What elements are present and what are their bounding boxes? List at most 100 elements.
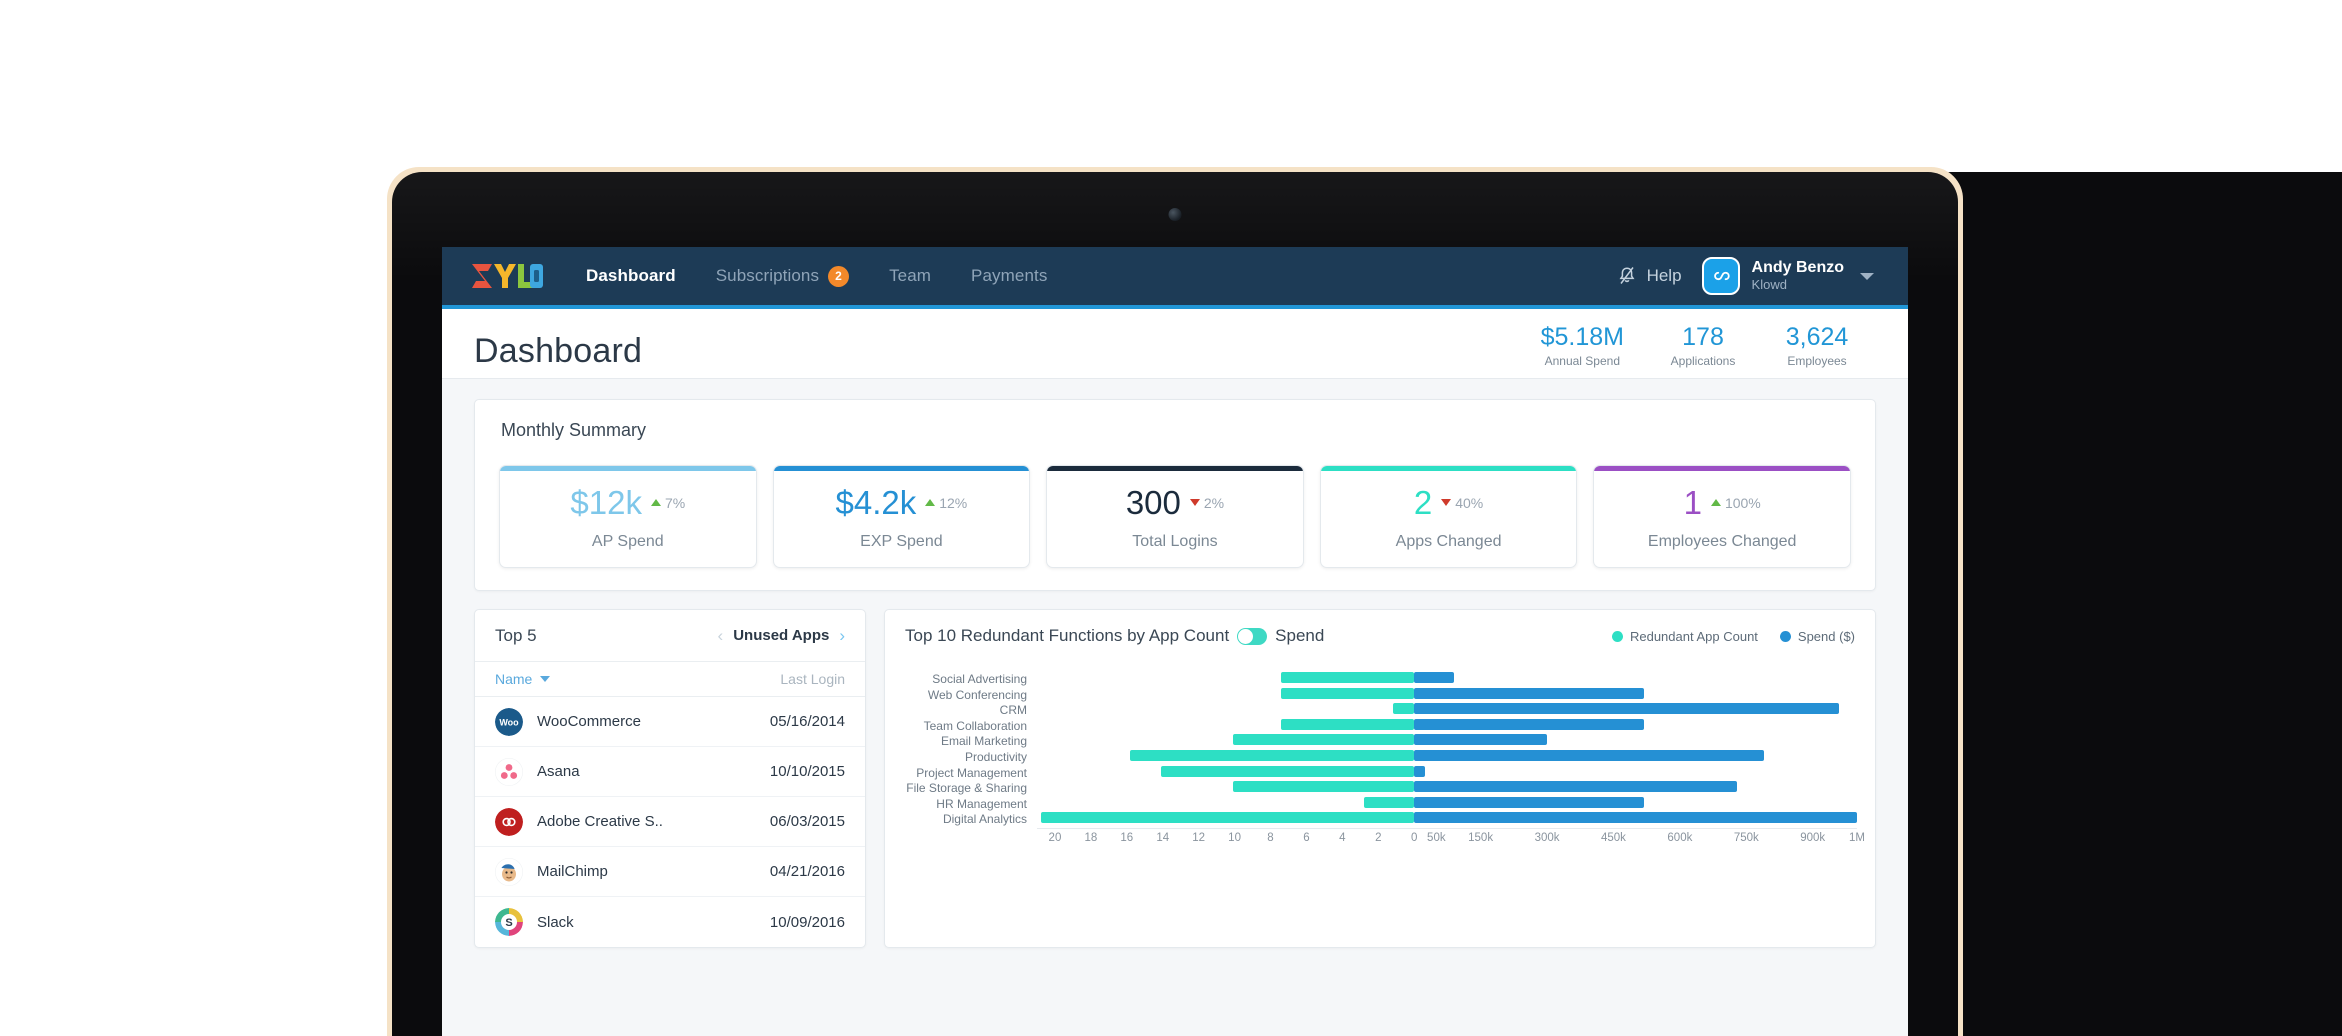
legend-item-spend: Spend ($) [1779,628,1855,644]
mailchimp-icon [495,857,523,886]
app-name: WooCommerce [537,713,641,730]
chart-bar-row[interactable] [1037,701,1857,717]
chart-bar-row[interactable] [1037,810,1857,826]
bar-redundant-app-count [1232,734,1415,746]
chart-bar-row[interactable] [1037,748,1857,764]
chart-category-label: Digital Analytics [942,812,1027,827]
summary-tile-ap-spend[interactable]: $12k 7% AP Spend [499,465,757,568]
bar-spend [1414,765,1426,777]
summary-tile-total-logins[interactable]: 300 2% Total Logins [1046,465,1304,568]
page-header: Dashboard $5.18M Annual Spend 178 Applic… [442,309,1908,379]
bar-redundant-app-count [1130,749,1415,761]
bar-spend [1414,781,1738,793]
summary-tile-employees-changed[interactable]: 1 100% Employees Changed [1593,465,1851,568]
tile-label: Total Logins [1132,533,1218,550]
trend-down-icon [1189,499,1200,506]
svg-text:S: S [505,917,512,929]
table-row[interactable]: Woo WooCommerce 05/16/2014 [475,697,865,747]
legend-color-swatch [1611,630,1623,642]
chart-bar-row[interactable] [1037,779,1857,795]
tile-delta-value: 2% [1203,494,1225,511]
kpi-value: 178 [1682,322,1724,351]
nav-right-group: Help Andy Benzo Klowd [1616,257,1874,295]
redundant-functions-chart-panel: Top 10 Redundant Functions by App Count … [884,609,1876,948]
summary-tile-apps-changed[interactable]: 2 40% Apps Changed [1319,465,1578,568]
tile-delta: 7% [650,495,685,511]
axis-tick-left: 14 [1156,831,1170,844]
kpi-group: $5.18M Annual Spend 178 Applications 3,6… [1519,322,1874,368]
tile-accent-bar [500,466,756,471]
nav-item-team[interactable]: Team [887,262,933,290]
page-title: Dashboard [474,332,643,370]
prev-arrow-icon[interactable]: ‹ [718,627,724,644]
zylo-logo[interactable] [470,261,544,291]
chart-bar-row[interactable] [1037,717,1857,733]
toggle-knob [1238,628,1254,644]
chart-bar-row[interactable] [1037,670,1857,686]
app-last-login: 06/03/2015 [769,813,845,830]
bar-redundant-app-count [1160,765,1415,777]
nav-label-payments: Payments [971,266,1048,285]
summary-tile-exp-spend[interactable]: $4.2k 12% EXP Spend [772,465,1031,568]
legend-label: Spend ($) [1797,628,1855,644]
bar-spend [1414,703,1840,715]
tile-accent-bar [1594,466,1850,471]
nav-item-payments[interactable]: Payments [969,262,1049,290]
tile-value: $4.2k [835,484,917,521]
next-arrow-icon[interactable]: › [839,627,845,644]
laptop-frame: Dashboard Subscriptions 2 Team Payments [392,172,1958,1036]
chart-category-labels: Social Advertising Web Conferencing CRM Tea… [899,670,1037,849]
nav-item-subscriptions[interactable]: Subscriptions 2 [714,262,851,291]
webcam-icon [1168,208,1182,221]
axis-tick-right: 50k [1427,831,1446,844]
chart-category-label: CRM [999,703,1027,718]
kpi-label: Annual Spend [1544,354,1620,368]
pager-label: Unused Apps [733,627,830,644]
tile-label: Employees Changed [1647,533,1797,550]
tile-delta: 40% [1441,495,1483,511]
chart-category-label: Email Marketing [940,734,1027,749]
chevron-down-icon[interactable] [1860,272,1874,280]
bar-redundant-app-count [1392,703,1415,715]
chart-bar-row[interactable] [1037,764,1857,780]
bar-redundant-app-count [1281,672,1415,683]
chart-bar-row[interactable] [1037,732,1857,748]
help-label: Help [1646,266,1682,285]
axis-tick-left: 2 [1375,831,1382,844]
kpi-employees: 3,624 Employees [1760,323,1874,368]
monthly-summary-title: Monthly Summary [501,420,647,440]
chart-category-label: HR Management [936,796,1027,811]
bar-spend [1414,734,1548,746]
chart-bar-row[interactable] [1037,686,1857,702]
table-row[interactable]: Asana 10/10/2015 [475,747,865,797]
kpi-applications: 178 Applications [1646,322,1760,368]
table-row[interactable]: MailChimp 04/21/2016 [475,847,865,897]
table-row[interactable]: S Slack 10/09/2016 [475,897,865,947]
user-menu[interactable]: Andy Benzo Klowd [1701,257,1874,295]
axis-tick-left: 10 [1228,831,1241,844]
tile-accent-bar [1047,466,1303,471]
tile-delta-value: 12% [939,494,968,511]
lower-row: Top 5 ‹ Unused Apps › Name Last Login Wo… [474,609,1876,948]
kpi-label: Employees [1787,354,1847,368]
app-last-login: 10/09/2016 [769,913,845,931]
asana-icon [495,757,523,786]
legend-label: Redundant App Count [1629,628,1758,644]
chart-category-label: Social Advertising [932,672,1027,686]
table-row[interactable]: Adobe Creative S.. 06/03/2015 [475,797,865,847]
bar-spend [1414,687,1645,699]
nav-item-dashboard[interactable]: Dashboard [584,262,678,290]
column-header-name[interactable]: Name [495,671,551,687]
trend-up-icon [925,499,936,506]
tile-accent-bar [773,466,1030,471]
axis-tick-left: 4 [1339,831,1346,844]
chart-bar-row[interactable] [1037,795,1857,811]
bar-redundant-app-count [1281,687,1415,699]
chart-area: Social Advertising Web Conferencing CRM Tea… [885,662,1875,853]
app-name: Asana [537,763,580,780]
app-count-spend-toggle[interactable] [1237,627,1268,645]
tile-value: 2 [1413,484,1433,521]
help-button[interactable]: Help [1616,265,1682,287]
tile-value: 300 [1125,484,1181,521]
screen: Dashboard Subscriptions 2 Team Payments [442,247,1908,1036]
